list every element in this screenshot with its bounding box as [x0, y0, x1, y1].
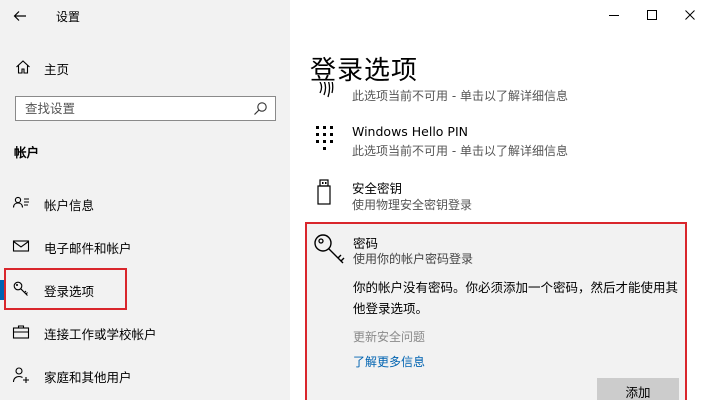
- sidebar-item-label: 电子邮件和帐户: [44, 241, 132, 256]
- main-panel: 登录选项 此选项当前不可用 - 单击以了解详细信息 Windows Hello …: [290, 0, 709, 400]
- home-icon: [16, 60, 30, 74]
- window-controls: [595, 0, 709, 32]
- section-title: 帐户: [14, 145, 40, 160]
- search-icon[interactable]: [253, 101, 268, 116]
- close-button[interactable]: [671, 0, 709, 30]
- password-message: 你的帐户没有密码。你必须添加一个密码，然后才能使用其他登录选项。: [353, 280, 679, 316]
- sidebar-item-account-info[interactable]: 帐户信息: [0, 186, 290, 220]
- learn-more-link[interactable]: 了解更多信息: [353, 353, 425, 370]
- sidebar-item-label: 连接工作或学校帐户: [44, 327, 157, 342]
- option-subtitle: 此选项当前不可用 - 单击以了解详细信息: [352, 89, 568, 103]
- key-icon: [314, 234, 345, 264]
- minimize-icon: [609, 15, 619, 16]
- maximize-button[interactable]: [633, 0, 671, 30]
- minimize-button[interactable]: [595, 0, 633, 30]
- search-box[interactable]: [15, 96, 276, 121]
- titlebar-left: 设置: [0, 0, 290, 32]
- mail-icon: [12, 240, 30, 252]
- fingerprint-icon: [319, 82, 334, 98]
- sidebar-item-family[interactable]: 家庭和其他用户: [0, 358, 290, 392]
- window-title: 设置: [56, 10, 81, 24]
- back-arrow-icon: [13, 11, 26, 21]
- update-security-questions-link: 更新安全问题: [353, 330, 426, 344]
- option-title: 安全密钥: [352, 181, 403, 196]
- option-pin[interactable]: Windows Hello PIN 此选项当前不可用 - 单击以了解详细信息: [312, 124, 702, 160]
- sidebar: 设置 主页 帐户 帐户信息 电子邮件和帐户: [0, 0, 290, 400]
- option-password[interactable]: 密码 使用你的帐户密码登录 你的帐户没有密码。你必须添加一个密码，然后才能使用其…: [305, 222, 687, 400]
- sidebar-item-label: 主页: [44, 62, 70, 77]
- person-add-icon: [12, 367, 29, 383]
- add-button[interactable]: 添加: [597, 378, 679, 400]
- option-subtitle: 使用物理安全密钥登录: [352, 198, 473, 212]
- sidebar-item-label: 帐户信息: [44, 198, 95, 213]
- option-subtitle: 使用你的帐户密码登录: [353, 252, 474, 266]
- back-button[interactable]: [10, 6, 30, 26]
- sidebar-item-home[interactable]: 主页: [0, 54, 290, 80]
- close-icon: [685, 10, 695, 20]
- option-subtitle: 此选项当前不可用 - 单击以了解详细信息: [352, 144, 568, 158]
- option-fingerprint[interactable]: 此选项当前不可用 - 单击以了解详细信息: [312, 82, 702, 106]
- maximize-icon: [647, 10, 657, 20]
- sidebar-item-label: 家庭和其他用户: [44, 370, 132, 385]
- account-info-icon: [12, 196, 29, 208]
- sidebar-item-work-school[interactable]: 连接工作或学校帐户: [0, 315, 290, 349]
- usb-key-icon: [317, 179, 331, 205]
- highlight-box: [4, 268, 127, 310]
- briefcase-icon: [12, 325, 30, 339]
- sidebar-item-email[interactable]: 电子邮件和帐户: [0, 229, 290, 263]
- option-title: Windows Hello PIN: [352, 124, 469, 139]
- option-security-key[interactable]: 安全密钥 使用物理安全密钥登录: [312, 178, 702, 214]
- keypad-icon: [316, 126, 333, 150]
- search-input[interactable]: [16, 97, 246, 120]
